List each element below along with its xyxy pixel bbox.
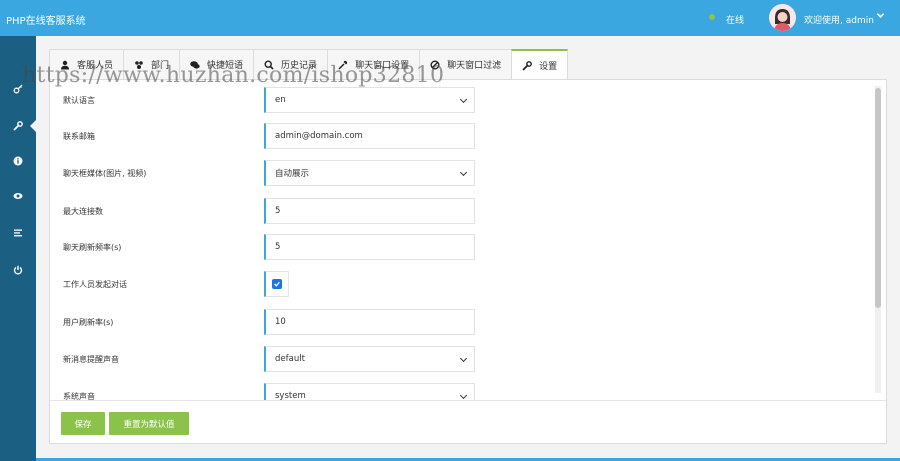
sidebar-item-logout[interactable] xyxy=(0,257,36,283)
new-message-sound-label: 新消息提醒声音 xyxy=(63,355,119,364)
online-status-text[interactable]: 在线 xyxy=(726,13,744,26)
tab-label: 聊天窗口过滤 xyxy=(447,61,502,71)
sidebar-item-info[interactable] xyxy=(0,148,36,174)
form-row-user-refresh: 用户刷新率(s) 10 xyxy=(50,309,875,335)
contact-email-input[interactable]: admin@domain.com xyxy=(264,123,475,149)
chat-media-select[interactable]: 自动展示 xyxy=(264,160,475,186)
avatar[interactable] xyxy=(769,4,796,31)
form-row-chat-media: 聊天框媒体(图片, 视频) 自动展示 xyxy=(50,160,875,186)
sidebar xyxy=(0,36,36,461)
user-refresh-label: 用户刷新率(s) xyxy=(63,318,114,327)
form-row-staff-initiate: 工作人员发起对话 xyxy=(50,271,875,297)
new-message-sound-select[interactable]: default xyxy=(264,346,475,372)
max-connections-input[interactable]: 5 xyxy=(264,198,475,224)
max-connections-label: 最大连接数 xyxy=(63,207,103,216)
tab-settings[interactable]: 设置 xyxy=(511,49,569,80)
contact-email-label: 联系邮箱 xyxy=(63,132,95,141)
form-row-system-sound: 系统声音 system xyxy=(50,383,875,400)
app-title: PHP在线客服系统 xyxy=(6,16,86,27)
wrench-icon xyxy=(522,60,532,70)
form-row-default-language: 默认语言 en xyxy=(50,87,875,113)
watermark-text: https://www.huzhan.com/ishop32810 xyxy=(22,63,445,88)
staff-initiate-field xyxy=(264,271,289,297)
system-sound-select[interactable]: system xyxy=(264,383,475,400)
form-row-contact-email: 联系邮箱 admin@domain.com xyxy=(50,123,875,149)
sidebar-item-view[interactable] xyxy=(0,183,36,209)
list-icon xyxy=(14,229,22,237)
eye-icon xyxy=(13,193,23,199)
form-scrollbar[interactable] xyxy=(875,86,881,393)
top-bar: PHP在线客服系统 在线 欢迎使用, admin xyxy=(0,0,900,36)
form-row-max-connections: 最大连接数 5 xyxy=(50,198,875,224)
default-language-select[interactable]: en xyxy=(264,87,475,113)
settings-form: 默认语言 en 联系邮箱 admin@domain.com 聊天框媒体(图片, … xyxy=(50,80,875,400)
form-row-chat-refresh: 聊天刷新频率(s) 5 xyxy=(50,234,875,260)
chevron-down-icon[interactable] xyxy=(876,11,885,23)
power-icon xyxy=(13,265,23,275)
tab-label: 设置 xyxy=(539,62,558,72)
info-icon xyxy=(13,156,23,166)
scrollbar-thumb[interactable] xyxy=(875,88,881,308)
chat-refresh-label: 聊天刷新频率(s) xyxy=(63,243,122,252)
form-actions: 保存 重置为默认值 xyxy=(50,400,886,444)
staff-initiate-label: 工作人员发起对话 xyxy=(63,280,127,289)
staff-initiate-checkbox[interactable] xyxy=(272,279,282,289)
welcome-user[interactable]: 欢迎使用, admin xyxy=(804,13,874,26)
sidebar-item-settings[interactable] xyxy=(0,113,36,139)
wrench-icon xyxy=(13,121,23,131)
save-button[interactable]: 保存 xyxy=(61,412,105,435)
user-refresh-input[interactable]: 10 xyxy=(264,309,475,335)
online-status-dot xyxy=(709,14,715,20)
form-row-new-message-sound: 新消息提醒声音 default xyxy=(50,346,875,372)
settings-panel: 默认语言 en 联系邮箱 admin@domain.com 聊天框媒体(图片, … xyxy=(49,79,887,444)
sidebar-item-list[interactable] xyxy=(0,220,36,246)
system-sound-label: 系统声音 xyxy=(63,392,95,400)
chat-media-label: 聊天框媒体(图片, 视频) xyxy=(63,169,147,178)
reset-defaults-button[interactable]: 重置为默认值 xyxy=(109,412,189,435)
chat-refresh-input[interactable]: 5 xyxy=(264,234,475,260)
default-language-label: 默认语言 xyxy=(63,96,95,105)
checkmark-icon xyxy=(274,281,280,287)
